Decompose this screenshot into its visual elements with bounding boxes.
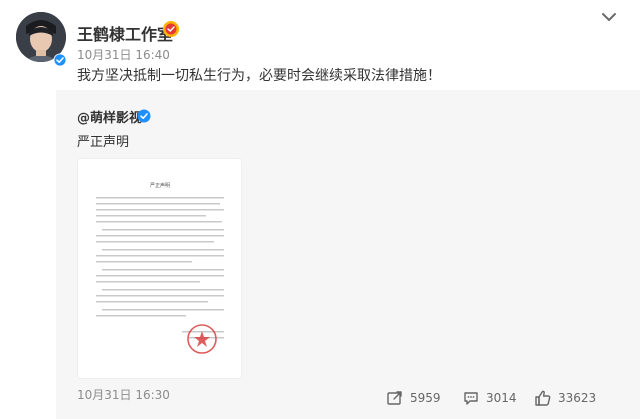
- like-icon: [535, 390, 551, 406]
- like-button[interactable]: 33623: [534, 388, 596, 408]
- comment-button[interactable]: 3014: [462, 388, 517, 408]
- repost-count: 5959: [410, 391, 441, 405]
- verified-icon: [53, 52, 67, 67]
- repost-button[interactable]: 5959: [386, 388, 441, 408]
- document-image-thumbnail[interactable]: 严正声明: [77, 158, 242, 379]
- post-time[interactable]: 10月31日 16:40: [77, 46, 170, 63]
- chevron-down-icon[interactable]: [598, 8, 620, 26]
- original-post-time[interactable]: 10月31日 16:30: [77, 386, 170, 403]
- post-text: 我方坚决抵制一切私生行为，必要时会继续采取法律措施！: [77, 68, 441, 84]
- original-author-link[interactable]: @萌样影视: [77, 107, 142, 126]
- comment-icon: [464, 392, 478, 405]
- repost-icon: [387, 391, 402, 405]
- original-post-text: 严正声明: [77, 135, 130, 150]
- document-heading: 严正声明: [150, 182, 170, 189]
- weibo-post-card: 王鹤棣工作室 10月31日 16:40 我方坚决抵制一切私生行为，必要时会继续采…: [0, 0, 640, 419]
- comment-count: 3014: [486, 391, 517, 405]
- rank-badge-icon[interactable]: [161, 20, 181, 38]
- author-name[interactable]: 王鹤棣工作室: [77, 21, 173, 45]
- verified-icon: [137, 108, 151, 123]
- like-count: 33623: [558, 391, 597, 405]
